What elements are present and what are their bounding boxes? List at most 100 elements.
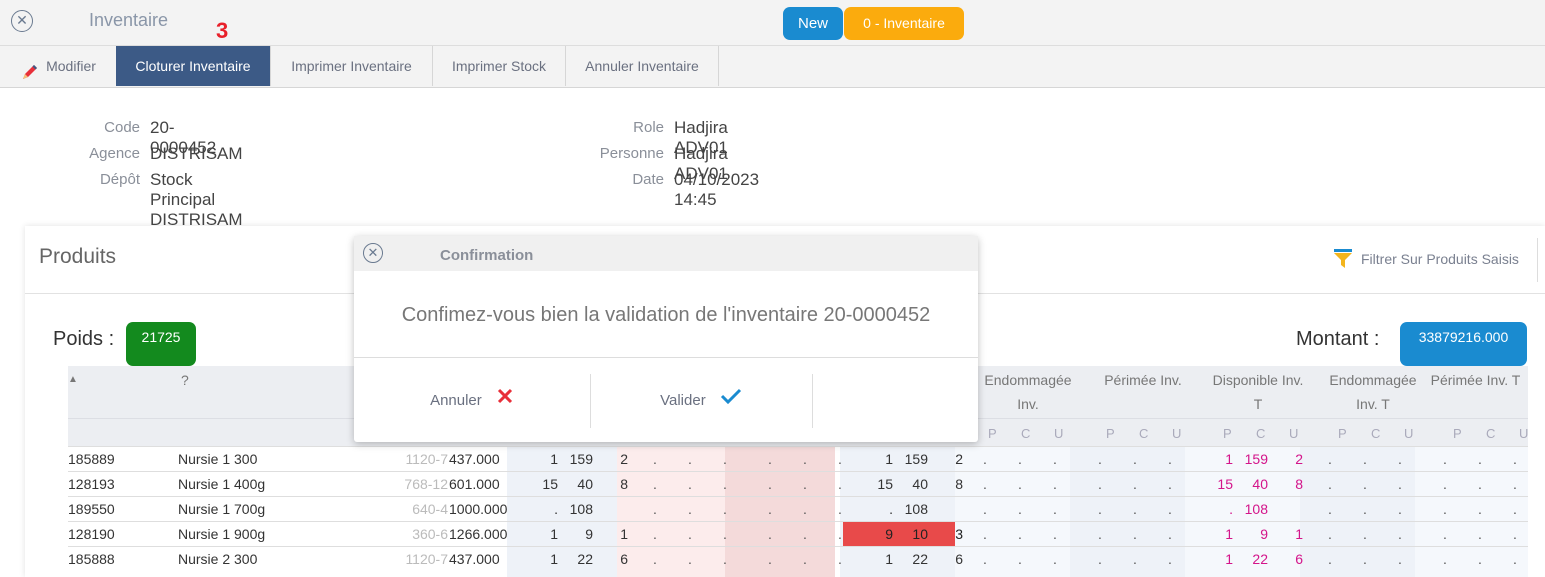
qty-cell[interactable]: 40 [1238, 476, 1268, 492]
qty-cell[interactable]: . [1203, 501, 1233, 517]
qty-cell[interactable]: 1 [863, 551, 893, 567]
table-row[interactable]: 128193 Nursie 1 400g 768-12 601.000 15 40 8 15 4… [68, 471, 1528, 496]
empty-cell: . [1478, 551, 1482, 567]
qty-cell[interactable]: 22 [563, 551, 593, 567]
qty-cell[interactable]: 40 [563, 476, 593, 492]
qty-cell[interactable]: 159 [1238, 451, 1268, 467]
empty-cell: . [1018, 476, 1022, 492]
empty-cell: . [1478, 526, 1482, 542]
row-price: 1266.000 [449, 526, 508, 542]
qty-cell[interactable]: 15 [1203, 476, 1233, 492]
imprimer-inventaire-button[interactable]: Imprimer Inventaire [271, 46, 433, 86]
qty-cell[interactable]: 1 [1203, 551, 1233, 567]
qty-cell[interactable]: 1 [598, 526, 628, 542]
qty-cell[interactable]: 10 [898, 526, 928, 542]
validate-label: Valider [660, 392, 706, 409]
modal-message: Confimez-vous bien la validation de l'in… [401, 304, 931, 326]
close-icon[interactable]: ✕ [363, 243, 383, 263]
empty-cell: . [723, 551, 727, 567]
empty-cell: . [1098, 501, 1102, 517]
table-row[interactable]: 185888 Nursie 2 300 1120-7 437.000 1 22 6 1 22 6 1… [68, 546, 1528, 571]
empty-cell: . [1443, 451, 1447, 467]
cloturer-inventaire-button[interactable]: Cloturer Inventaire [116, 46, 271, 86]
row-name: Nursie 1 900g [178, 526, 266, 542]
sort-arrow-icon[interactable]: ▲ [68, 368, 78, 392]
qty-cell[interactable]: 108 [898, 501, 928, 517]
qty-cell[interactable]: 2 [598, 451, 628, 467]
empty-cell: . [1443, 551, 1447, 567]
qty-cell[interactable]: 8 [1273, 476, 1303, 492]
row-price: 1000.000 [449, 501, 508, 517]
qty-cell[interactable]: 6 [1273, 551, 1303, 567]
table-row[interactable]: 128190 Nursie 1 900g 360-6 1266.000 1 9 1 9 10 3 1… [68, 521, 1528, 546]
col-endommagee-t: Endommagée [1329, 372, 1417, 388]
empty-cell: . [1513, 526, 1517, 542]
empty-cell: . [1168, 526, 1172, 542]
qty-cell[interactable]: 6 [598, 551, 628, 567]
qty-cell[interactable]: 1 [863, 451, 893, 467]
qty-cell[interactable]: 15 [528, 476, 558, 492]
filter-button[interactable]: Filtrer Sur Produits Saisis [1333, 248, 1519, 273]
qty-cell[interactable]: 2 [933, 451, 963, 467]
table-row[interactable]: 189550 Nursie 1 700g 640-4 1000.000. 108. 108… [68, 496, 1528, 521]
empty-cell: . [1053, 451, 1057, 467]
empty-cell: . [983, 551, 987, 567]
qty-cell[interactable]: 1 [528, 551, 558, 567]
qty-cell[interactable]: 9 [1238, 526, 1268, 542]
imprimer-stock-button[interactable]: Imprimer Stock [433, 46, 566, 86]
qty-cell[interactable]: 1 [528, 526, 558, 542]
empty-cell: . [1363, 476, 1367, 492]
qty-cell[interactable]: 1 [1203, 526, 1233, 542]
qty-cell[interactable]: 108 [563, 501, 593, 517]
qty-cell[interactable]: 159 [563, 451, 593, 467]
qty-cell[interactable]: 9 [863, 526, 893, 542]
qty-cell[interactable]: 108 [1238, 501, 1268, 517]
agence-label: Agence [89, 145, 140, 162]
pcu-label: P [988, 426, 997, 441]
empty-cell: . [653, 476, 657, 492]
empty-cell: . [1478, 451, 1482, 467]
depot-label: Dépôt [99, 171, 140, 188]
qty-cell[interactable]: 9 [563, 526, 593, 542]
col-disponible: Disponible Inv. [1212, 372, 1304, 388]
pcu-label: P [1338, 426, 1347, 441]
empty-cell: . [688, 551, 692, 567]
qty-cell[interactable]: 40 [898, 476, 928, 492]
qty-cell[interactable]: 8 [933, 476, 963, 492]
modal-header: ✕ Confirmation [354, 236, 978, 271]
empty-cell: . [723, 526, 727, 542]
pcu-label: C [1256, 426, 1266, 441]
qty-cell[interactable]: 1 [1203, 451, 1233, 467]
qty-cell[interactable]: 22 [898, 551, 928, 567]
annuler-inventaire-button[interactable]: Annuler Inventaire [566, 46, 719, 86]
new-button[interactable]: New [783, 7, 843, 40]
cancel-button[interactable]: Annuler [354, 374, 590, 428]
qty-cell[interactable]: 1 [1273, 526, 1303, 542]
row-name: Nursie 1 700g [178, 501, 266, 517]
qty-cell[interactable]: 6 [933, 551, 963, 567]
empty-cell: . [838, 476, 842, 492]
empty-cell: . [838, 451, 842, 467]
qty-cell[interactable]: . [528, 501, 558, 517]
empty-cell: . [768, 551, 772, 567]
montant-badge: 33879216.000 [1400, 322, 1527, 366]
table-row[interactable]: 185889 Nursie 1 300 1120-7 437.000 1 159 2 1 159… [68, 446, 1528, 471]
pcu-label: C [1021, 426, 1031, 441]
qty-cell[interactable]: . [863, 501, 893, 517]
empty-cell: . [1443, 476, 1447, 492]
qty-cell[interactable]: 159 [898, 451, 928, 467]
qty-cell[interactable]: 22 [1238, 551, 1268, 567]
qty-cell[interactable]: 1 [528, 451, 558, 467]
close-icon[interactable]: ✕ [11, 10, 33, 32]
row-name: Nursie 1 400g [178, 476, 266, 492]
validate-button[interactable]: Valider [590, 374, 812, 428]
page-title: Inventaire [89, 10, 169, 30]
qty-cell[interactable]: 8 [598, 476, 628, 492]
status-badge[interactable]: 0 - Inventaire [844, 7, 964, 40]
qty-cell[interactable]: 15 [863, 476, 893, 492]
qty-cell[interactable]: 3 [933, 526, 963, 542]
toolbar: Modifier Cloturer Inventaire Imprimer In… [0, 46, 1545, 88]
empty-cell: . [1513, 551, 1517, 567]
modifier-button[interactable]: Modifier [0, 46, 116, 86]
qty-cell[interactable]: 2 [1273, 451, 1303, 467]
